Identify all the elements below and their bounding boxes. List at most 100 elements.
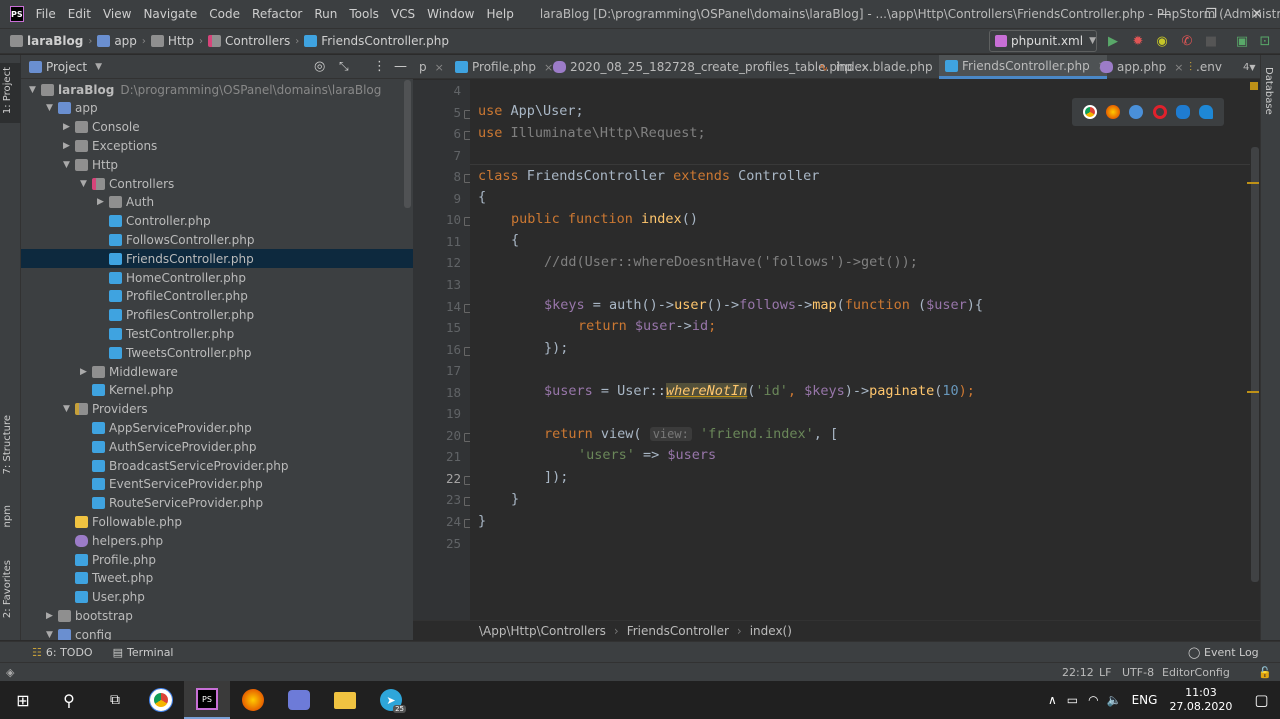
layers-icon[interactable]: ◈ [6, 666, 14, 679]
tree-item[interactable]: AuthServiceProvider.php [21, 437, 413, 456]
nav-crumb-app[interactable]: app › [97, 34, 151, 48]
taskbar-app[interactable] [276, 681, 322, 719]
menu-refactor[interactable]: Refactor [246, 7, 308, 21]
tree-item[interactable]: ▼ Providers [21, 400, 413, 419]
line-number[interactable]: 18 [413, 385, 461, 400]
caret-position[interactable]: 22:12 [1062, 666, 1094, 679]
tree-item[interactable]: Tweet.php [21, 569, 413, 588]
tree-item[interactable]: ▼ Controllers [21, 174, 413, 193]
line-number[interactable]: 16 [413, 342, 461, 357]
tool-todo[interactable]: 6: TODO [46, 646, 93, 659]
line-number[interactable]: 21 [413, 449, 461, 464]
line-number[interactable]: 20 [413, 428, 461, 443]
chevron-down-icon[interactable]: ▼ [63, 160, 75, 170]
line-number[interactable]: 23 [413, 492, 461, 507]
menu-help[interactable]: Help [480, 7, 519, 21]
project-view-select[interactable]: Project [46, 60, 87, 74]
line-number[interactable]: 7 [413, 148, 461, 163]
chevron-right-icon[interactable]: ▶ [46, 611, 58, 621]
menu-code[interactable]: Code [203, 7, 246, 21]
tree-item[interactable]: BroadcastServiceProvider.php [21, 456, 413, 475]
tool-structure[interactable]: 7: Structure [2, 415, 13, 474]
restore-button[interactable]: ❐ [1188, 0, 1234, 28]
firefox-icon[interactable] [1105, 105, 1120, 119]
menu-window[interactable]: Window [421, 7, 480, 21]
tree-item[interactable]: Controller.php [21, 212, 413, 231]
tree-item[interactable]: ▶ Auth [21, 193, 413, 212]
battery-icon[interactable]: ▭ [1067, 693, 1078, 707]
tree-item[interactable]: FriendsController.php [21, 249, 413, 269]
close-tab-icon[interactable]: × [435, 61, 444, 74]
chevron-down-icon[interactable]: ▼ [46, 103, 58, 113]
crumb-namespace[interactable]: \App\Http\Controllers [479, 624, 606, 638]
notification-icon[interactable]: ▢ [1254, 691, 1268, 709]
start-button[interactable]: ⊞ [0, 681, 46, 719]
menu-view[interactable]: View [97, 7, 137, 21]
tab-profile[interactable]: Profile.php × [449, 55, 553, 79]
chevron-down-icon[interactable]: ▼ [95, 62, 102, 72]
line-number[interactable]: 25 [413, 536, 461, 551]
clock[interactable]: 11:03 27.08.2020 [1169, 686, 1232, 714]
tree-item[interactable]: ProfilesController.php [21, 306, 413, 325]
line-number[interactable]: 6 [413, 126, 461, 141]
input-language[interactable]: ENG [1132, 693, 1158, 707]
crumb-class[interactable]: FriendsController [627, 624, 729, 638]
terminal-tool-button[interactable]: ▣ [1233, 32, 1251, 50]
tree-item[interactable]: helpers.php [21, 531, 413, 550]
line-number[interactable]: 22 [413, 471, 461, 486]
line-number[interactable]: 19 [413, 406, 461, 421]
tool-terminal[interactable]: Terminal [127, 646, 174, 659]
menu-edit[interactable]: Edit [62, 7, 97, 21]
chevron-right-icon[interactable]: ▶ [63, 122, 75, 132]
menu-run[interactable]: Run [308, 7, 343, 21]
locate-file-icon[interactable]: ◎ [314, 59, 325, 74]
tab-app[interactable]: app.php × [1094, 55, 1183, 79]
nav-crumb-file[interactable]: FriendsController.php [304, 34, 449, 48]
menu-tools[interactable]: Tools [343, 7, 385, 21]
nav-crumb-http[interactable]: Http › [150, 34, 208, 48]
taskbar-explorer[interactable] [322, 681, 368, 719]
lock-icon[interactable]: 🔓 [1258, 666, 1272, 679]
coverage-button[interactable]: ◉ [1153, 32, 1171, 50]
safari-icon[interactable] [1129, 105, 1144, 119]
hide-panel-icon[interactable]: — [394, 59, 407, 74]
line-number[interactable]: 4 [413, 83, 461, 98]
tab-friends-controller[interactable]: FriendsController.php× [939, 55, 1107, 79]
chevron-right-icon[interactable]: ▶ [63, 141, 75, 151]
tool-project[interactable]: 1: Project [2, 67, 13, 114]
edge-icon[interactable] [1199, 105, 1214, 119]
line-number[interactable]: 10 [413, 212, 461, 227]
nav-crumb-project[interactable]: laraBlog › [10, 34, 97, 48]
more-options-icon[interactable]: ⋮ [373, 59, 386, 74]
tree-item[interactable]: TestController.php [21, 324, 413, 343]
tree-item[interactable]: ▶ bootstrap [21, 606, 413, 625]
taskbar-telegram[interactable]: ➤ 25 [368, 681, 414, 719]
menu-file[interactable]: File [30, 7, 62, 21]
warning-stripe-mark[interactable] [1247, 391, 1259, 393]
crumb-method[interactable]: index() [750, 624, 792, 638]
chevron-right-icon[interactable]: ▶ [80, 367, 92, 377]
tree-item[interactable]: ▶ Exceptions [21, 136, 413, 155]
collapse-all-icon[interactable]: ⤡ [339, 59, 349, 74]
file-encoding[interactable]: UTF-8 [1122, 666, 1154, 679]
chevron-down-icon[interactable]: ▼ [46, 630, 58, 640]
tree-item[interactable]: ▼ app [21, 99, 413, 118]
tree-item[interactable]: FollowsController.php [21, 230, 413, 249]
tree-item[interactable]: ▼ laraBlog D:\programming\OSPanel\domains\… [21, 80, 413, 99]
tree-item[interactable]: User.php [21, 588, 413, 607]
tab-index-blade[interactable]: ∿index.blade.php× [813, 55, 950, 79]
taskbar-firefox[interactable] [230, 681, 276, 719]
wifi-icon[interactable]: ◠ [1088, 693, 1098, 707]
chevron-up-icon[interactable]: ∧ [1048, 693, 1057, 707]
menu-vcs[interactable]: VCS [385, 7, 421, 21]
chrome-icon[interactable] [1082, 105, 1097, 119]
line-number[interactable]: 11 [413, 234, 461, 249]
tree-item[interactable]: HomeController.php [21, 268, 413, 287]
tree-item[interactable]: Kernel.php [21, 381, 413, 400]
tree-item[interactable]: Profile.php [21, 550, 413, 569]
tree-item[interactable]: EventServiceProvider.php [21, 475, 413, 494]
line-number[interactable]: 17 [413, 363, 461, 378]
tool-event-log[interactable]: Event Log [1204, 646, 1259, 659]
inspection-status-icon[interactable] [1250, 82, 1258, 90]
tool-npm[interactable]: npm [2, 505, 13, 527]
